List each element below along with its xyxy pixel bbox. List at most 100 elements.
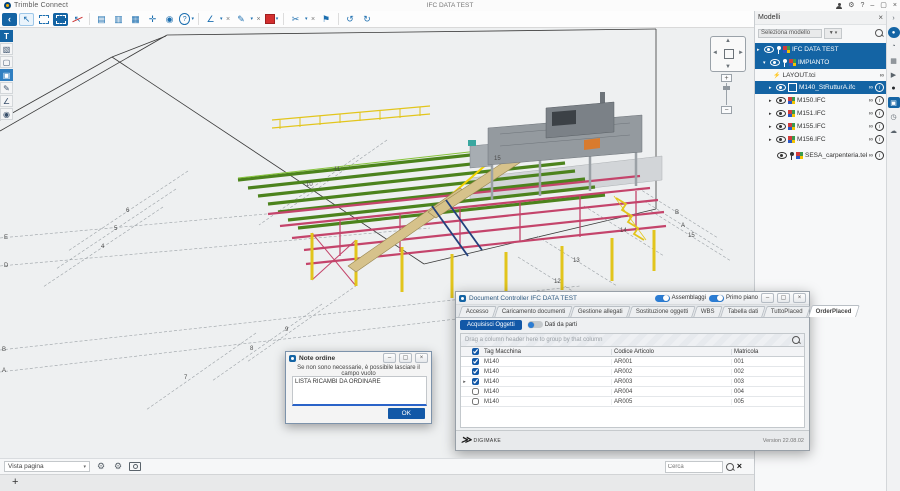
- info-icon[interactable]: i: [875, 135, 884, 144]
- play-strip-icon[interactable]: ▶: [888, 69, 900, 80]
- chevron-down-icon[interactable]: ▾: [305, 16, 308, 22]
- table-row[interactable]: M140 AR002 002: [461, 367, 804, 377]
- link-icon[interactable]: ∞: [869, 153, 873, 159]
- table-row[interactable]: M140 AR005 005: [461, 397, 804, 407]
- view-selector-dropdown[interactable]: Vista pagina ▾: [4, 461, 90, 472]
- toggle-pill-icon[interactable]: [528, 321, 543, 328]
- doc-close-button[interactable]: ×: [793, 293, 806, 303]
- row-checkbox[interactable]: [472, 388, 479, 395]
- visibility-eye-icon[interactable]: [776, 84, 786, 91]
- view-settings-gear-icon[interactable]: ⚙: [112, 461, 124, 473]
- tab-tuttoplaced[interactable]: TuttoPlaced: [763, 306, 810, 317]
- select-all-checkbox[interactable]: [472, 348, 479, 355]
- marquee-area-select-button[interactable]: [53, 13, 68, 26]
- chevron-down-icon[interactable]: ▾: [251, 16, 254, 22]
- tree-item-model[interactable]: ▸ M151.IFC ∞i: [755, 107, 886, 120]
- chevron-down-icon[interactable]: ▾: [220, 16, 223, 22]
- expand-caret-icon[interactable]: ▸: [757, 47, 762, 53]
- info-icon[interactable]: i: [875, 96, 884, 105]
- nav-right-arrow[interactable]: ►: [738, 50, 744, 56]
- tool-t-button[interactable]: T: [0, 30, 13, 42]
- table-row[interactable]: M140 AR004 004: [461, 387, 804, 397]
- parts-data-toggle[interactable]: Dati da parti: [528, 321, 577, 328]
- expand-caret-icon[interactable]: ▸: [769, 124, 774, 130]
- tree-item-model[interactable]: ▸ M150.IFC ∞i: [755, 94, 886, 107]
- visibility-eye-icon[interactable]: [776, 136, 786, 143]
- info-icon[interactable]: i: [875, 109, 884, 118]
- measure-close-icon[interactable]: ×: [225, 16, 232, 23]
- record-strip-icon[interactable]: ●: [888, 83, 900, 94]
- select-cursor-button[interactable]: ↖: [19, 13, 34, 26]
- row-checkbox[interactable]: [472, 368, 479, 375]
- expand-caret-icon[interactable]: ▸: [769, 98, 774, 104]
- expand-caret-icon[interactable]: ▸: [769, 137, 774, 143]
- foreground-toggle[interactable]: Primo piano: [709, 295, 758, 302]
- help-dropdown-button[interactable]: ?▾: [179, 13, 194, 26]
- color-swatch-button[interactable]: ▾: [264, 13, 279, 26]
- note-text-field[interactable]: LISTA RICAMBI DA ORDINARE: [292, 376, 427, 406]
- doc-minimize-button[interactable]: –: [761, 293, 774, 303]
- link-icon[interactable]: ∞: [869, 137, 873, 143]
- tab-orderplaced[interactable]: OrderPlaced: [808, 305, 860, 317]
- note-minimize-button[interactable]: –: [383, 353, 396, 363]
- info-icon[interactable]: i: [875, 151, 884, 160]
- expand-caret-icon[interactable]: ▾: [763, 60, 768, 66]
- group-by-bar[interactable]: Drag a column header here to group by th…: [461, 334, 804, 347]
- collapse-panel-icon[interactable]: ›: [888, 13, 900, 24]
- zoom-out-button[interactable]: −: [721, 106, 732, 114]
- search-icon[interactable]: [726, 463, 734, 471]
- nav-home[interactable]: [724, 49, 734, 59]
- grid-search-icon[interactable]: [792, 336, 800, 344]
- tab-tabella-dati[interactable]: Tabella dati: [720, 306, 766, 317]
- tool-measure-button[interactable]: ∠: [0, 95, 13, 107]
- visibility-eye-icon[interactable]: [764, 46, 774, 53]
- filter-funnel-button[interactable]: ▼▾: [824, 28, 842, 39]
- cloud-strip-icon[interactable]: ☁: [888, 125, 900, 136]
- back-button[interactable]: ‹: [2, 13, 17, 26]
- tab-caricamento-documenti[interactable]: Caricamento documenti: [494, 306, 573, 317]
- panel-view-3-button[interactable]: ▦: [128, 13, 143, 26]
- row-checkbox[interactable]: [472, 358, 479, 365]
- acquire-objects-button[interactable]: Acquisisci Oggetti: [460, 320, 522, 330]
- link-icon[interactable]: ∞: [869, 124, 873, 130]
- pin-icon[interactable]: [782, 59, 787, 67]
- measure-button[interactable]: ∠: [203, 13, 218, 26]
- user-icon[interactable]: [836, 3, 842, 9]
- visibility-eye-icon[interactable]: [777, 152, 787, 159]
- model-selector-dropdown[interactable]: Seleziona modello: [758, 29, 822, 38]
- add-view-tab-button[interactable]: +: [12, 477, 18, 488]
- tree-item-project[interactable]: ▸ IFC DATA TEST: [755, 43, 886, 56]
- search-input[interactable]: [665, 461, 723, 473]
- pin-icon[interactable]: [789, 152, 794, 160]
- history-strip-icon[interactable]: ◷: [888, 111, 900, 122]
- note-close-button[interactable]: ×: [415, 353, 428, 363]
- visibility-eye-icon[interactable]: [776, 97, 786, 104]
- tool-pen-button[interactable]: ✎: [0, 82, 13, 94]
- models-panel-close-icon[interactable]: ×: [878, 13, 883, 22]
- globe-button[interactable]: ◉: [162, 13, 177, 26]
- tool-marker-button[interactable]: ▣: [0, 69, 13, 81]
- models-strip-icon[interactable]: ●: [888, 27, 900, 38]
- redo-button[interactable]: ↻: [360, 13, 375, 26]
- visibility-eye-icon[interactable]: [776, 123, 786, 130]
- visibility-eye-icon[interactable]: [770, 59, 780, 66]
- marquee-select-button[interactable]: [36, 13, 51, 26]
- zoom-in-button[interactable]: +: [721, 74, 732, 82]
- tool-cube-button[interactable]: ▧: [0, 43, 13, 55]
- column-header-codice[interactable]: Codice Articolo: [612, 349, 732, 355]
- visibility-eye-icon[interactable]: [776, 110, 786, 117]
- markup-pen-button[interactable]: ✎: [234, 13, 249, 26]
- row-checkbox[interactable]: [472, 378, 479, 385]
- views-strip-icon[interactable]: ◔: [888, 41, 900, 52]
- settings-gear-icon[interactable]: ⚙: [95, 461, 107, 473]
- tab-gestione-allegati[interactable]: Gestione allegati: [570, 306, 630, 317]
- clip-close-icon[interactable]: ×: [310, 16, 317, 23]
- tree-item-model[interactable]: ▸ M140_StRutturA.ifc ∞i: [755, 81, 886, 94]
- maximize-button[interactable]: ▢: [880, 2, 887, 9]
- pin-icon[interactable]: [776, 46, 781, 54]
- tool-box-button[interactable]: ▢: [0, 56, 13, 68]
- note-maximize-button[interactable]: ▢: [399, 353, 412, 363]
- info-icon[interactable]: i: [875, 83, 884, 92]
- tree-item-model[interactable]: ▸ M155.IFC ∞i: [755, 120, 886, 133]
- tree-item-model[interactable]: SESA_carpenteria.tekla ∞i: [755, 149, 886, 162]
